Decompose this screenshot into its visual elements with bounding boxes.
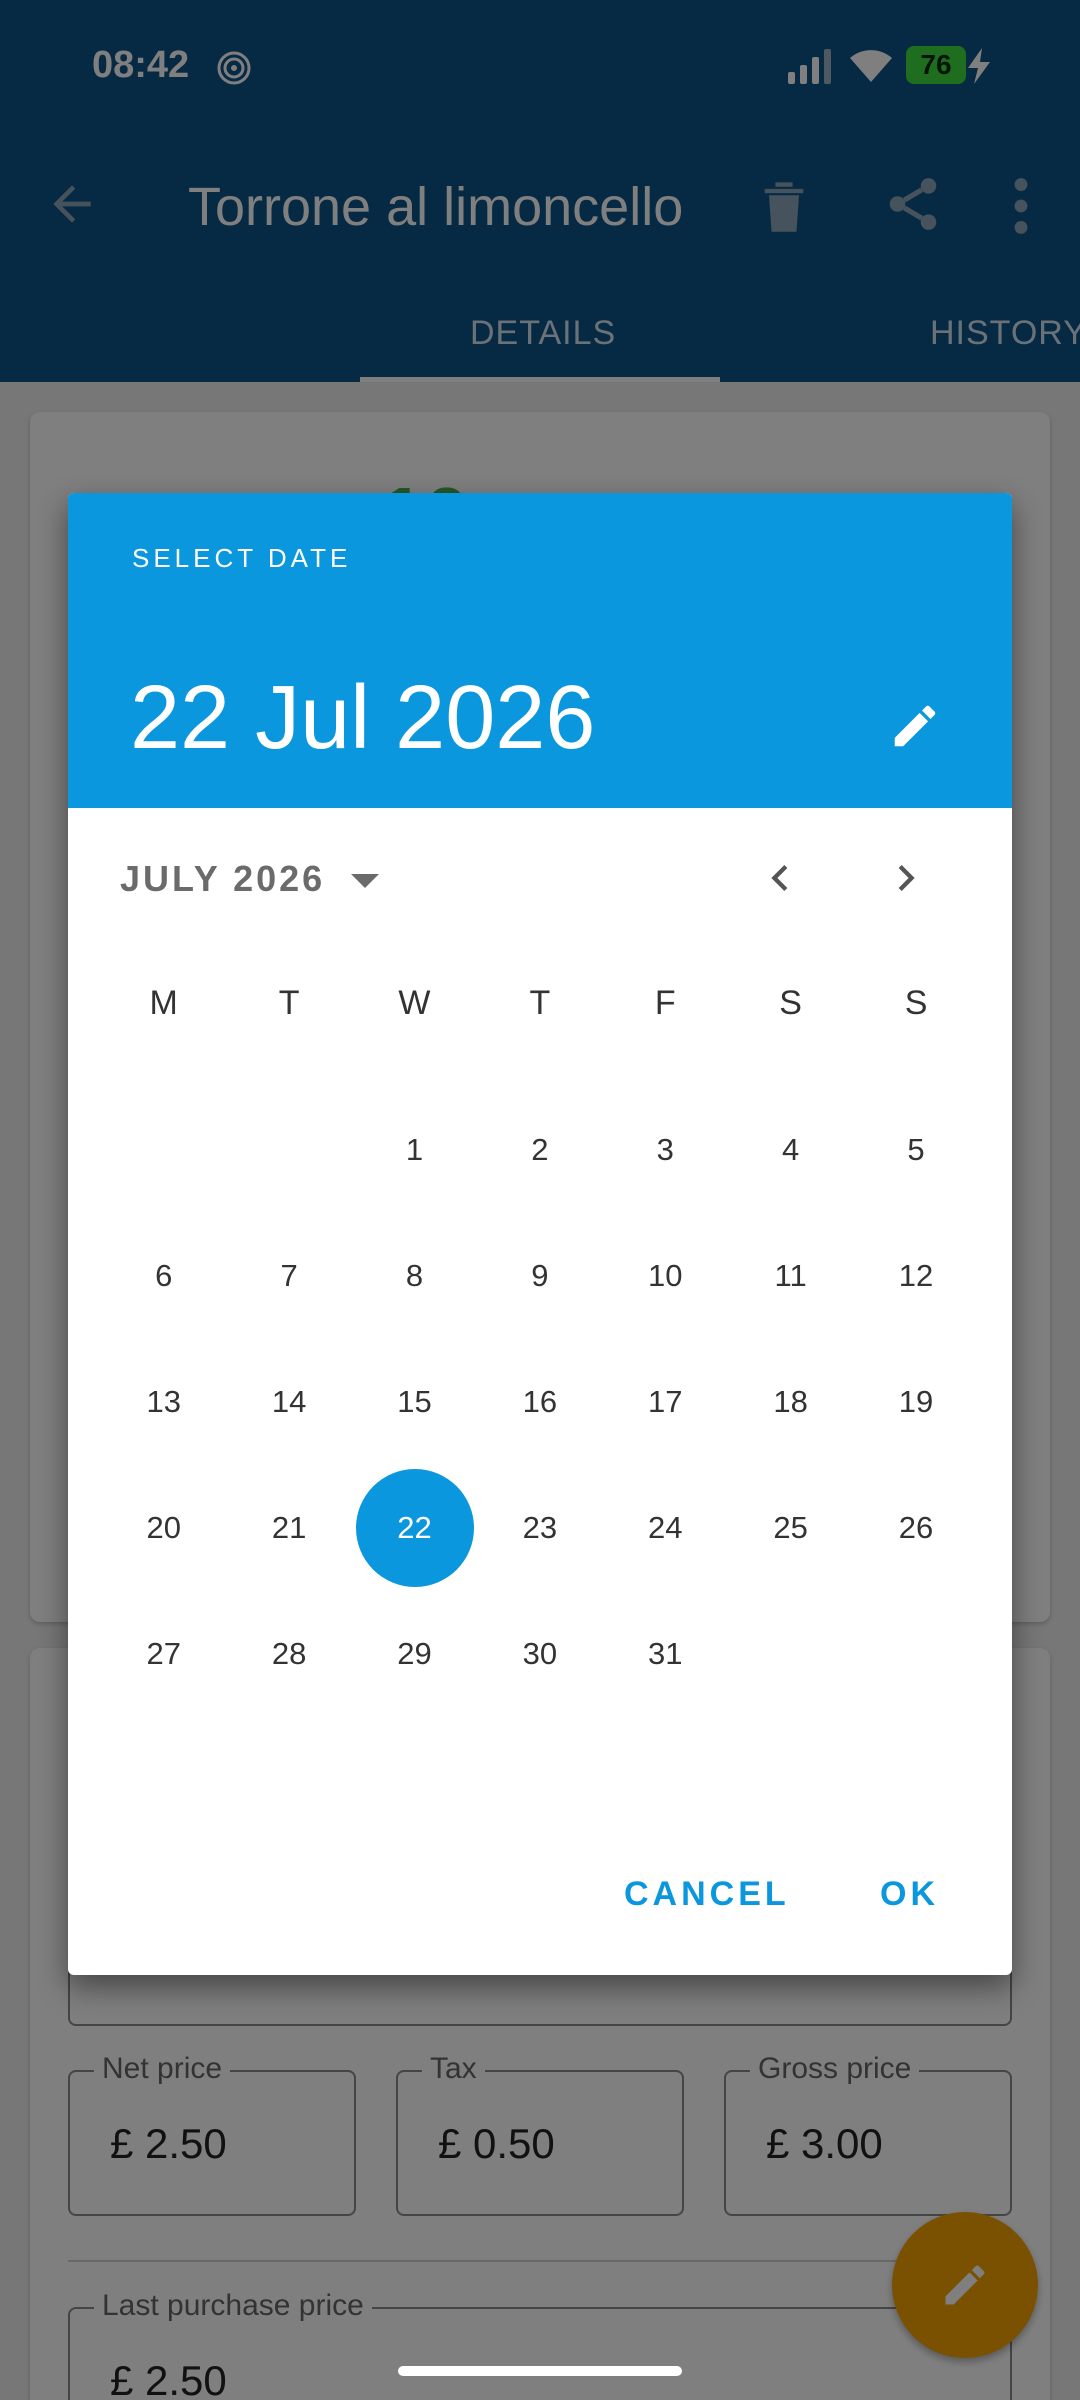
weekday-label: T	[529, 984, 551, 1022]
calendar-day-number: 22	[397, 1510, 432, 1545]
calendar-day[interactable]: 6	[101, 1213, 226, 1339]
weekday-label: S	[904, 984, 928, 1022]
calendar-day-number: 21	[271, 1510, 307, 1545]
weekday-label: F	[654, 984, 676, 1022]
calendar-day[interactable]: 5	[853, 1087, 978, 1213]
calendar-day-number: 25	[773, 1510, 808, 1545]
calendar-day[interactable]: 7	[226, 1213, 351, 1339]
calendar-day-number: 23	[522, 1510, 558, 1545]
calendar-day-number: 20	[146, 1510, 181, 1545]
calendar-day-number: 5	[907, 1132, 925, 1167]
calendar-day-number: 3	[656, 1132, 674, 1167]
calendar-day[interactable]: 16	[477, 1339, 602, 1465]
selected-date-display: 22 Jul 2026	[130, 668, 596, 768]
calendar-day-number: 12	[898, 1258, 934, 1293]
calendar-day[interactable]: 19	[853, 1339, 978, 1465]
calendar-day[interactable]: 31	[603, 1591, 728, 1717]
calendar-day[interactable]: 1	[352, 1087, 477, 1213]
cancel-button[interactable]: CANCEL	[624, 1875, 790, 1914]
calendar-day[interactable]: 28	[226, 1591, 351, 1717]
ok-button[interactable]: OK	[880, 1875, 939, 1914]
calendar-day[interactable]: 8	[352, 1213, 477, 1339]
weekday-label: S	[779, 984, 802, 1022]
calendar-day[interactable]: 11	[728, 1213, 853, 1339]
calendar-day[interactable]: 3	[603, 1087, 728, 1213]
calendar-grid: 1 2 3 4 5 6 7 8 9 10 11 12 13 14 15 16 17 18 19 20 21 22 23 24 2…	[101, 1087, 979, 1717]
calendar-day-number: 24	[648, 1510, 683, 1545]
calendar-day[interactable]: 30	[477, 1591, 602, 1717]
calendar-day-number: 1	[405, 1132, 424, 1167]
calendar-day-number: 17	[648, 1384, 683, 1419]
weekday-label: M	[149, 984, 178, 1022]
calendar-day[interactable]: 29	[352, 1591, 477, 1717]
calendar-day[interactable]: 27	[101, 1591, 226, 1717]
pencil-icon[interactable]	[888, 699, 942, 753]
calendar-day-number: 16	[522, 1384, 558, 1419]
weekday-label: T	[278, 984, 300, 1022]
empty-day-cell	[226, 1087, 351, 1213]
chevron-right-icon[interactable]	[880, 852, 932, 904]
calendar-day-number: 7	[280, 1258, 298, 1293]
calendar-day-number: 6	[155, 1258, 173, 1293]
calendar-day-number: 11	[774, 1258, 807, 1293]
calendar-day[interactable]: 24	[603, 1465, 728, 1591]
calendar-day[interactable]: 2	[477, 1087, 602, 1213]
calendar-day[interactable]: 23	[477, 1465, 602, 1591]
calendar-day[interactable]: 18	[728, 1339, 853, 1465]
month-year-selector[interactable]: JULY 2026	[120, 858, 380, 900]
home-indicator	[398, 2366, 682, 2376]
month-navigation: JULY 2026	[68, 808, 1012, 958]
calendar-day-number: 10	[648, 1258, 683, 1293]
calendar-day-number: 4	[782, 1132, 800, 1167]
dialog-actions: CANCEL OK	[68, 1835, 1012, 1975]
calendar-day[interactable]: 4	[728, 1087, 853, 1213]
calendar-day[interactable]: 21	[226, 1465, 351, 1591]
date-picker-header: SELECT DATE 22 Jul 2026	[68, 493, 1012, 808]
calendar-day-number: 13	[146, 1384, 181, 1419]
weekday-header: M T W T F S S	[101, 963, 979, 1043]
calendar-day[interactable]: 9	[477, 1213, 602, 1339]
calendar-day[interactable]: 15	[352, 1339, 477, 1465]
date-picker-dialog: SELECT DATE 22 Jul 2026 JULY 2026 M T W …	[68, 493, 1012, 1975]
calendar-day-selected[interactable]: 22	[352, 1465, 477, 1591]
calendar-day[interactable]: 25	[728, 1465, 853, 1591]
calendar-day-number: 29	[397, 1636, 432, 1671]
chevron-left-icon[interactable]	[754, 852, 806, 904]
calendar-day-number: 14	[271, 1384, 307, 1419]
calendar-day-number: 15	[397, 1384, 432, 1419]
dropdown-caret-icon	[351, 874, 380, 889]
calendar-day-number: 28	[271, 1636, 307, 1671]
calendar-day-number: 30	[522, 1636, 558, 1671]
calendar-day-number: 27	[146, 1636, 181, 1671]
weekday-label: W	[398, 984, 431, 1022]
calendar-day-number: 31	[648, 1636, 683, 1671]
calendar-day-number: 19	[898, 1384, 934, 1419]
month-year-label: JULY 2026	[120, 858, 326, 899]
calendar-day-number: 2	[531, 1132, 549, 1167]
calendar-day[interactable]: 14	[226, 1339, 351, 1465]
calendar-day-number: 9	[531, 1258, 549, 1293]
calendar-day[interactable]: 10	[603, 1213, 728, 1339]
empty-day-cell	[101, 1087, 226, 1213]
calendar-day[interactable]: 26	[853, 1465, 978, 1591]
calendar-day[interactable]: 12	[853, 1213, 978, 1339]
calendar-day[interactable]: 17	[603, 1339, 728, 1465]
calendar-day-number: 8	[405, 1258, 424, 1293]
calendar-day[interactable]: 13	[101, 1339, 226, 1465]
calendar-day[interactable]: 20	[101, 1465, 226, 1591]
select-date-label: SELECT DATE	[132, 543, 352, 573]
calendar-day-number: 26	[898, 1510, 934, 1545]
calendar-day-number: 18	[773, 1384, 808, 1419]
